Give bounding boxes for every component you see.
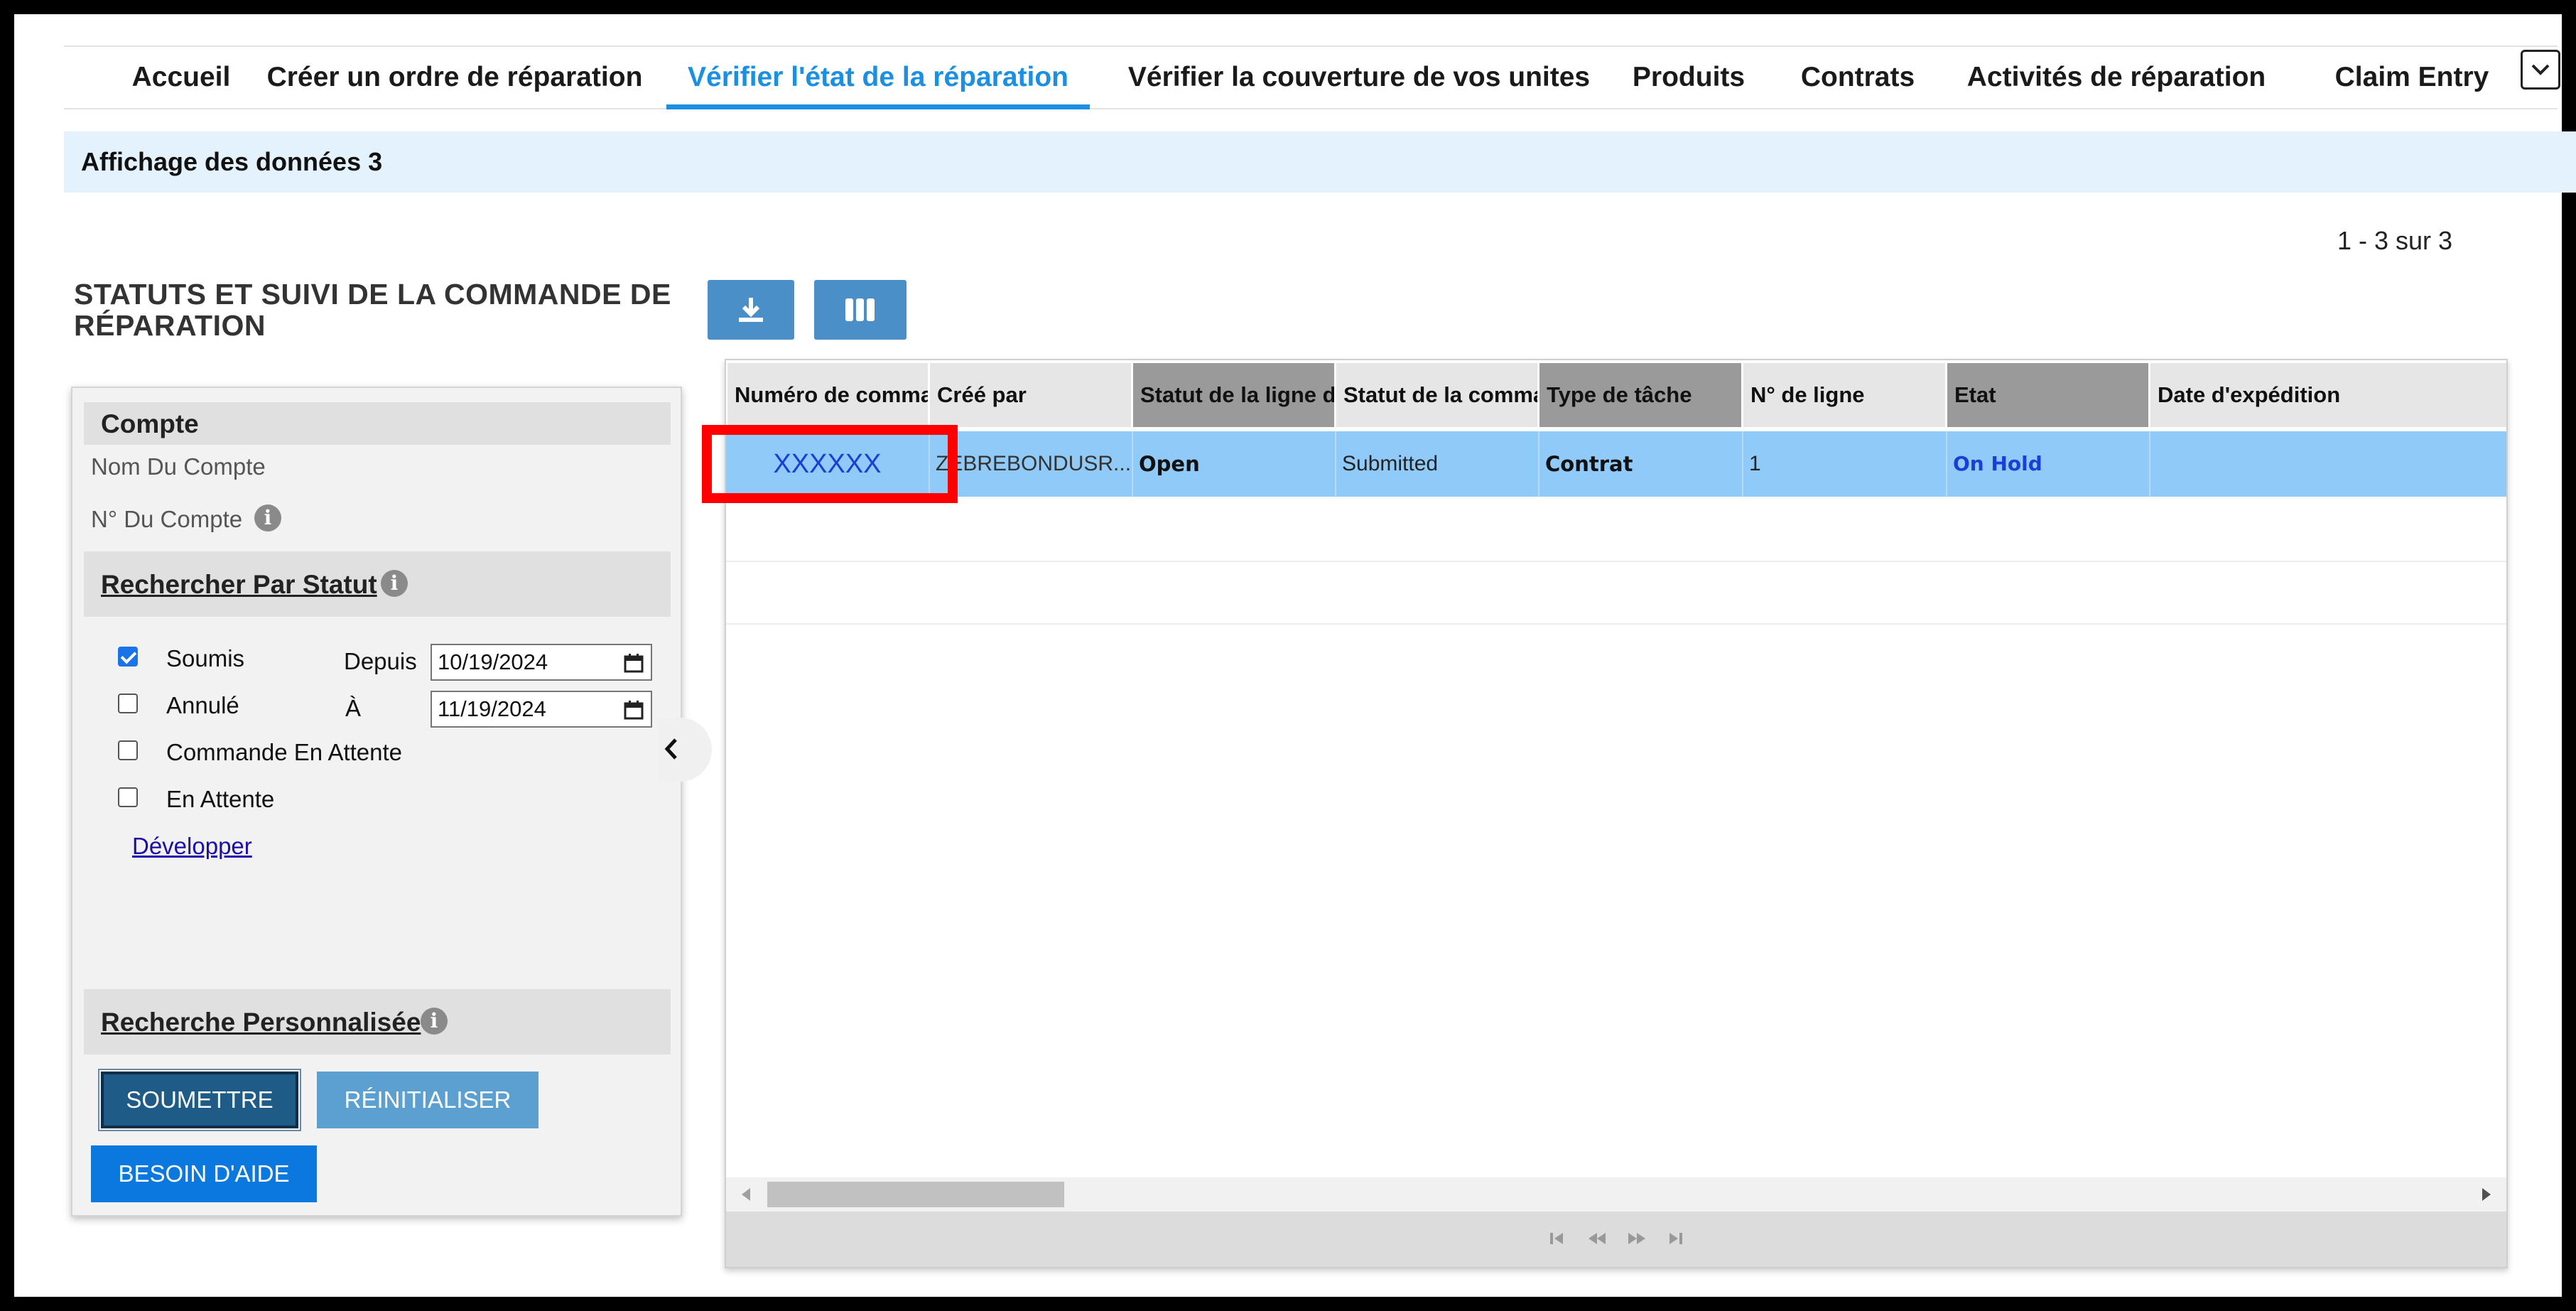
- status-search-header: Rechercher Par Statut i: [84, 551, 671, 617]
- tab-repair-activities[interactable]: Activités de réparation: [1962, 47, 2271, 108]
- column-header-ship-date[interactable]: Date d'expédition: [2150, 363, 2506, 427]
- tab-check-coverage[interactable]: Vérifier la couverture de vos unites: [1114, 47, 1604, 108]
- column-header-created-by[interactable]: Créé par: [930, 363, 1133, 427]
- order-status-cell: Submitted: [1336, 431, 1539, 497]
- column-header-line-status[interactable]: Statut de la ligne de commande: [1133, 363, 1336, 427]
- custom-search-header: Recherche Personnalisée i: [84, 989, 671, 1054]
- ship-date-cell: [2150, 431, 2506, 497]
- collapse-panel-handle[interactable]: [658, 718, 712, 782]
- calendar-icon[interactable]: [624, 700, 644, 720]
- task-type-cell: Contrat: [1539, 431, 1743, 497]
- tab-accueil[interactable]: Accueil: [107, 47, 256, 108]
- account-name-label: Nom Du Compte: [91, 453, 266, 480]
- expand-link[interactable]: Développer: [132, 833, 252, 860]
- tab-claim-entry[interactable]: Claim Entry: [2323, 47, 2501, 108]
- pager-summary: 1 - 3 sur 3: [2337, 226, 2453, 255]
- screenshot-frame: Accueil Créer un ordre de réparation Vér…: [0, 0, 2576, 1311]
- tab-products[interactable]: Produits: [1624, 47, 1753, 108]
- next-page-icon[interactable]: [1627, 1230, 1647, 1247]
- scrollbar-thumb[interactable]: [767, 1182, 1064, 1207]
- to-date-value: 11/19/2024: [438, 696, 546, 721]
- account-number-label: N° Du Compte: [91, 506, 243, 532]
- previous-page-icon[interactable]: [1587, 1230, 1607, 1247]
- download-icon: [739, 298, 763, 322]
- help-button[interactable]: BESOIN D'AIDE: [91, 1145, 317, 1202]
- highlight-callout: [702, 425, 958, 503]
- reset-button[interactable]: RÉINITIALISER: [317, 1072, 539, 1128]
- checkbox-label: Commande En Attente: [166, 739, 403, 765]
- chevron-left-icon: [664, 738, 677, 760]
- submit-button[interactable]: SOUMETTRE: [98, 1069, 301, 1131]
- custom-search-label[interactable]: Recherche Personnalisée: [101, 1008, 421, 1037]
- chevron-down-icon: [2531, 64, 2550, 75]
- last-page-icon[interactable]: [1667, 1230, 1684, 1247]
- grid-pager-bar: [726, 1212, 2506, 1267]
- table-row[interactable]: XXXXXX ZEBREBONDUSR... Open Submitted Co…: [726, 431, 2506, 497]
- column-header-order-status[interactable]: Statut de la commande: [1336, 363, 1539, 427]
- checkbox-commande-en-attente[interactable]: [118, 740, 138, 760]
- checkbox-label: Annulé: [166, 692, 239, 718]
- checkbox-en-attente[interactable]: [118, 787, 138, 807]
- column-header-line-no[interactable]: N° de ligne: [1743, 363, 1947, 427]
- info-icon[interactable]: i: [254, 505, 281, 532]
- line-status-cell: Open: [1133, 431, 1336, 497]
- tab-create-repair-order[interactable]: Créer un ordre de réparation: [263, 47, 646, 108]
- info-icon[interactable]: i: [381, 570, 408, 597]
- checkbox-label: Soumis: [166, 645, 245, 671]
- scroll-left-icon[interactable]: [740, 1187, 752, 1202]
- scroll-right-icon[interactable]: [2481, 1187, 2492, 1202]
- state-cell[interactable]: On Hold: [1947, 431, 2150, 497]
- line-no-cell: 1: [1743, 431, 1947, 497]
- columns-button[interactable]: [814, 280, 907, 340]
- column-header-order-number[interactable]: Numéro de commande: [727, 363, 930, 427]
- horizontal-scrollbar[interactable]: [726, 1177, 2506, 1212]
- columns-icon: [845, 298, 875, 321]
- account-section-header: Compte: [84, 402, 671, 445]
- to-date-label: À: [345, 695, 362, 721]
- checkbox-soumis[interactable]: [118, 647, 138, 667]
- top-nav: Accueil Créer un ordre de réparation Vér…: [64, 45, 2558, 109]
- info-icon[interactable]: i: [421, 1008, 448, 1035]
- info-banner: Affichage des données 3: [64, 131, 2576, 193]
- account-header-label: Compte: [101, 409, 199, 438]
- search-panel: Compte Nom Du Compte N° Du Compte i Rech…: [71, 387, 682, 1216]
- from-date-input[interactable]: 10/19/2024: [431, 644, 652, 681]
- empty-row-divider: [726, 623, 2506, 625]
- checkbox-label: En Attente: [166, 786, 275, 812]
- nav-more-button[interactable]: [2521, 50, 2560, 90]
- column-header-state[interactable]: Etat: [1947, 363, 2150, 427]
- column-header-task-type[interactable]: Type de tâche: [1539, 363, 1743, 427]
- results-grid: Numéro de commande Créé par Statut de la…: [725, 359, 2508, 1268]
- from-date-value: 10/19/2024: [438, 649, 548, 674]
- empty-row-divider: [726, 561, 2506, 562]
- tab-check-repair-status[interactable]: Vérifier l'état de la réparation: [666, 47, 1090, 109]
- to-date-input[interactable]: 11/19/2024: [431, 691, 652, 728]
- first-page-icon[interactable]: [1549, 1230, 1566, 1247]
- created-by-cell: ZEBREBONDUSR...: [930, 431, 1133, 497]
- calendar-icon[interactable]: [624, 653, 644, 673]
- checkbox-annule[interactable]: [118, 694, 138, 713]
- download-button[interactable]: [708, 280, 794, 340]
- page-title: STATUTS ET SUIVI DE LA COMMANDE DE RÉPAR…: [74, 278, 671, 342]
- tab-contracts[interactable]: Contrats: [1797, 47, 1918, 108]
- from-date-label: Depuis: [344, 648, 417, 674]
- status-search-label[interactable]: Rechercher Par Statut: [101, 570, 377, 600]
